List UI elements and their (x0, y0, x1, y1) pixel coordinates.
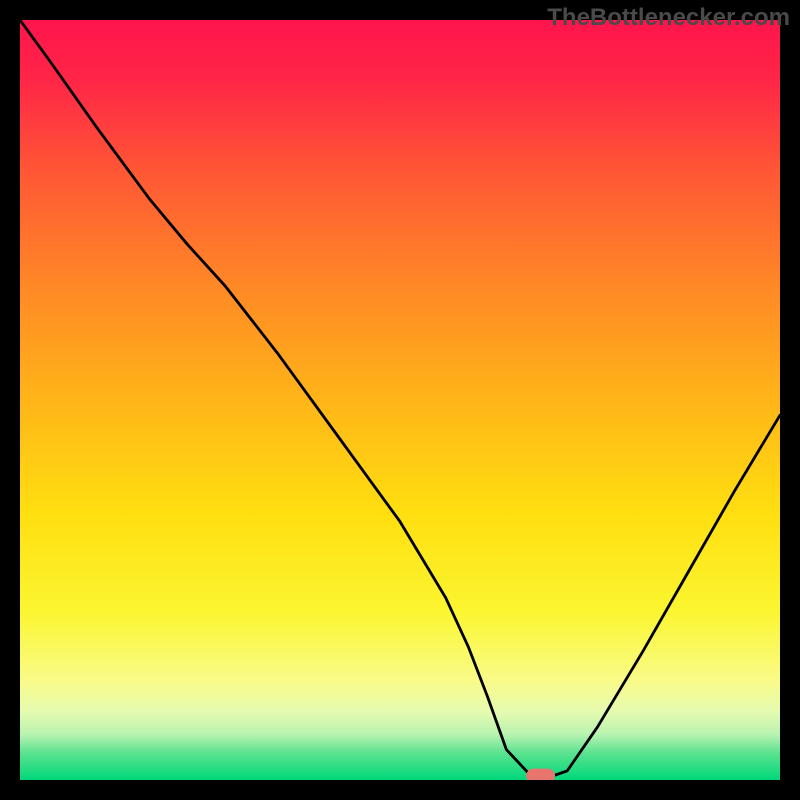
optimal-marker (526, 769, 555, 780)
plot-area (20, 20, 780, 780)
watermark-text: TheBottlenecker.com (547, 4, 790, 32)
chart-container: TheBottlenecker.com (0, 0, 800, 800)
gradient-background (20, 20, 780, 780)
chart-svg (20, 20, 780, 780)
